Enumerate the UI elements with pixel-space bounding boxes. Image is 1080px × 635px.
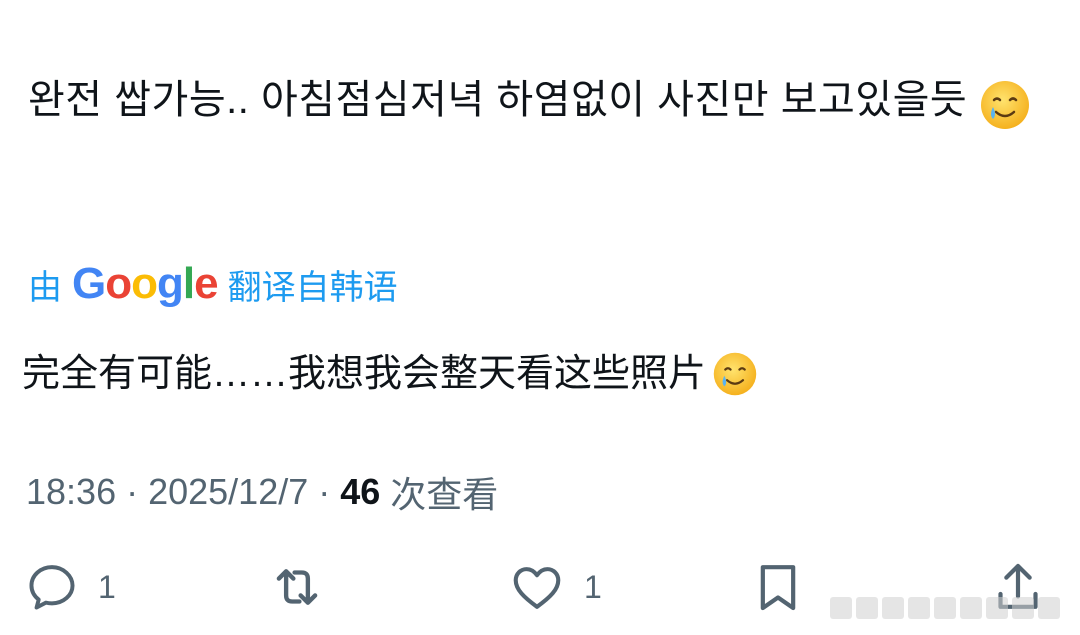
views-count: 46	[340, 471, 381, 512]
google-letter: G	[72, 259, 106, 308]
watermark-glyph	[1038, 597, 1060, 619]
translation-prefix: 由	[28, 268, 62, 307]
smiling-face-with-tear-icon	[712, 351, 758, 397]
watermark	[830, 595, 1070, 621]
watermark-glyph	[1012, 597, 1034, 619]
watermark-glyph	[882, 597, 904, 619]
tweet-time[interactable]: 18:36	[26, 471, 116, 513]
watermark-glyph	[986, 597, 1008, 619]
reply-button[interactable]: 1	[24, 555, 116, 619]
tweet-translated-text-content: 完全有可能……我想我会整天看这些照片	[22, 353, 707, 395]
reply-icon	[29, 565, 75, 610]
google-logo: Google	[72, 259, 219, 308]
like-count: 1	[584, 568, 602, 605]
meta-separator: ·	[116, 471, 149, 512]
views-label: 次查看	[390, 474, 499, 515]
watermark-glyph	[934, 597, 956, 619]
retweet-button[interactable]	[268, 555, 344, 619]
tweet-original-text-content: 완전 쌉가능.. 아침점심저녁 하염없이 사진만 보고있을듯	[28, 78, 968, 122]
watermark-glyph	[908, 597, 930, 619]
watermark-glyph	[960, 597, 982, 619]
watermark-glyph	[830, 597, 852, 619]
bookmark-icon	[760, 565, 796, 611]
google-letter: o	[105, 259, 132, 308]
tweet-date[interactable]: 2025/12/7	[148, 471, 308, 513]
watermark-glyph	[856, 597, 878, 619]
google-letter: e	[194, 259, 219, 308]
tweet-translated-text: 完全有可能……我想我会整天看这些照片	[22, 346, 1062, 402]
google-letter: l	[182, 259, 195, 308]
translation-suffix: 翻译自韩语	[227, 268, 398, 307]
bookmark-button[interactable]	[750, 555, 824, 619]
tweet-original-text: 완전 쌉가능.. 아침점심저녁 하염없이 사진만 보고있을듯	[28, 70, 1048, 131]
translation-attribution[interactable]: 由 Google 翻译自韩语	[28, 256, 398, 312]
meta-separator: ·	[308, 471, 341, 512]
reply-count: 1	[98, 568, 116, 605]
tweet-meta: 18:36 · 2025/12/7 · 46 次查看	[26, 466, 498, 518]
like-button[interactable]: 1	[508, 555, 602, 619]
heart-icon	[513, 567, 561, 609]
smiling-face-with-tear-icon	[979, 79, 1031, 131]
retweet-icon	[276, 569, 318, 605]
google-letter: o	[131, 259, 158, 308]
google-letter: g	[157, 259, 184, 308]
